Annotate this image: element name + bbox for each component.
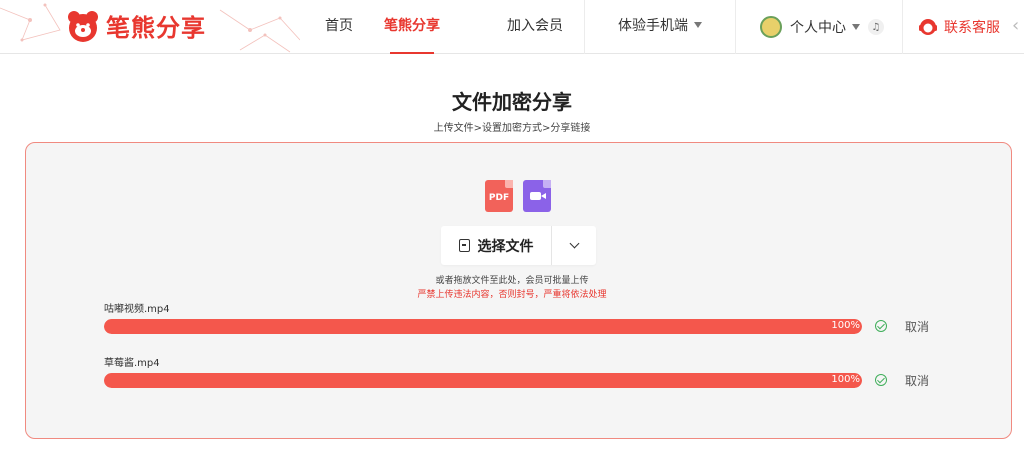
nav-label: 首页 [325,18,353,34]
cancel-upload-button[interactable]: 取消 [905,372,929,389]
pdf-icon: PDF [485,180,513,212]
check-circle-icon [875,320,887,332]
nav-label: 加入会员 [507,18,563,34]
cancel-upload-button[interactable]: 取消 [905,318,929,335]
bell-icon[interactable]: ♫ [868,19,884,35]
breadcrumb: 上传文件>设置加密方式>分享链接 [433,123,591,134]
bear-logo-icon [68,10,98,42]
chevron-left-icon[interactable]: ‹ [1012,15,1019,36]
choose-file-control: 选择文件 [441,226,596,265]
headset-icon [919,19,937,35]
progress-bar: 100% [104,319,862,334]
progress-label: 100% [831,374,860,385]
contact-service-button[interactable]: 联系客服 [918,0,1000,54]
nav-divider [735,0,736,54]
top-header: 笔熊分享 首页 笔熊分享 加入会员 体验手机端 个人中心 ♫ 联系客服 ‹ [0,0,1024,54]
choose-file-button[interactable]: 选择文件 [441,226,552,265]
pdf-icon-text: PDF [488,193,510,203]
caret-down-icon [852,24,860,30]
nav-item-share[interactable]: 笔熊分享 [378,0,446,54]
choose-file-dropdown[interactable] [552,226,596,265]
nav-item-mobile[interactable]: 体验手机端 [585,0,735,54]
brand-logo[interactable]: 笔熊分享 [66,8,206,43]
upload-warning: 严禁上传违法内容，否则封号，严重将依法处理 [417,290,607,300]
page-title: 文件加密分享 [452,90,572,114]
file-icon [458,239,470,252]
user-center[interactable]: 个人中心 ♫ [760,0,884,54]
file-name: 咕嘟视频.mp4 [104,304,170,315]
nav-divider [902,0,903,54]
progress-fill [104,373,862,388]
nav-item-membership[interactable]: 加入会员 [486,0,584,54]
avatar [760,16,782,38]
brand-name: 笔熊分享 [106,14,206,42]
drop-hint: 或者拖放文件至此处，会员可批量上传 [435,276,589,286]
contact-service-label: 联系客服 [944,20,1000,36]
chevron-down-icon [569,238,579,249]
check-circle-icon [875,374,887,386]
nav-item-home[interactable]: 首页 [300,0,378,54]
file-name: 草莓酱.mp4 [104,358,160,369]
main-nav: 首页 笔熊分享 加入会员 体验手机端 [300,0,736,54]
video-icon [523,180,551,212]
progress-fill [104,319,862,334]
file-type-icons: PDF [485,180,551,212]
nav-label: 体验手机端 [618,18,688,34]
choose-file-label: 选择文件 [477,238,534,255]
progress-bar: 100% [104,373,862,388]
caret-down-icon [694,22,702,28]
nav-label: 笔熊分享 [384,18,440,34]
user-center-label: 个人中心 [790,20,846,36]
progress-label: 100% [831,320,860,331]
